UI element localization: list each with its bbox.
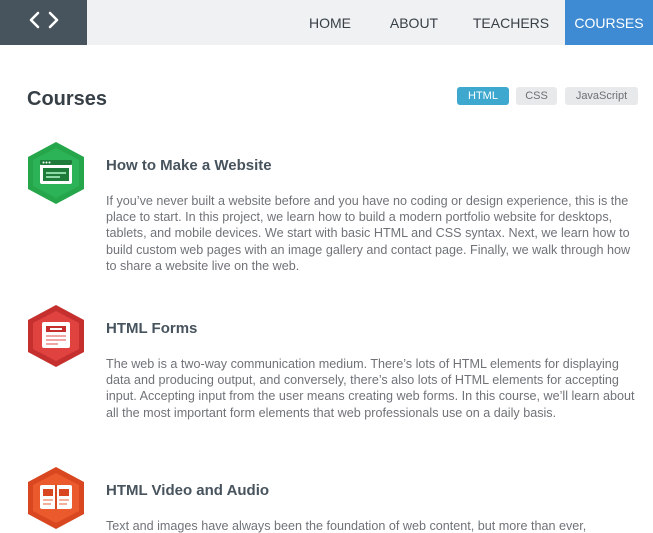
course-title[interactable]: How to Make a Website (106, 157, 272, 174)
browser-window-icon (23, 140, 89, 206)
filter-tag-html[interactable]: HTML (457, 87, 509, 105)
course-description: If you’ve never built a website before a… (106, 194, 631, 273)
course-description: The web is a two-way communication mediu… (106, 357, 635, 420)
filter-tag-javascript[interactable]: JavaScript (565, 87, 638, 105)
page-title: Courses (27, 88, 108, 110)
nav-teachers[interactable]: TEACHERS (470, 0, 552, 45)
nav-courses[interactable]: COURSES (565, 0, 653, 45)
nav-about[interactable]: ABOUT (383, 0, 445, 45)
course-title[interactable]: HTML Video and Audio (106, 482, 269, 499)
media-player-icon (23, 465, 89, 531)
top-nav-bar: HOME ABOUT TEACHERS COURSES (0, 0, 653, 45)
course-title[interactable]: HTML Forms (106, 320, 197, 337)
logo[interactable] (0, 0, 87, 45)
form-icon (23, 303, 89, 369)
nav-home[interactable]: HOME (300, 0, 360, 45)
course-description: Text and images have always been the fou… (106, 519, 587, 533)
filter-tag-css[interactable]: CSS (516, 87, 557, 105)
code-brackets-icon (29, 11, 59, 34)
